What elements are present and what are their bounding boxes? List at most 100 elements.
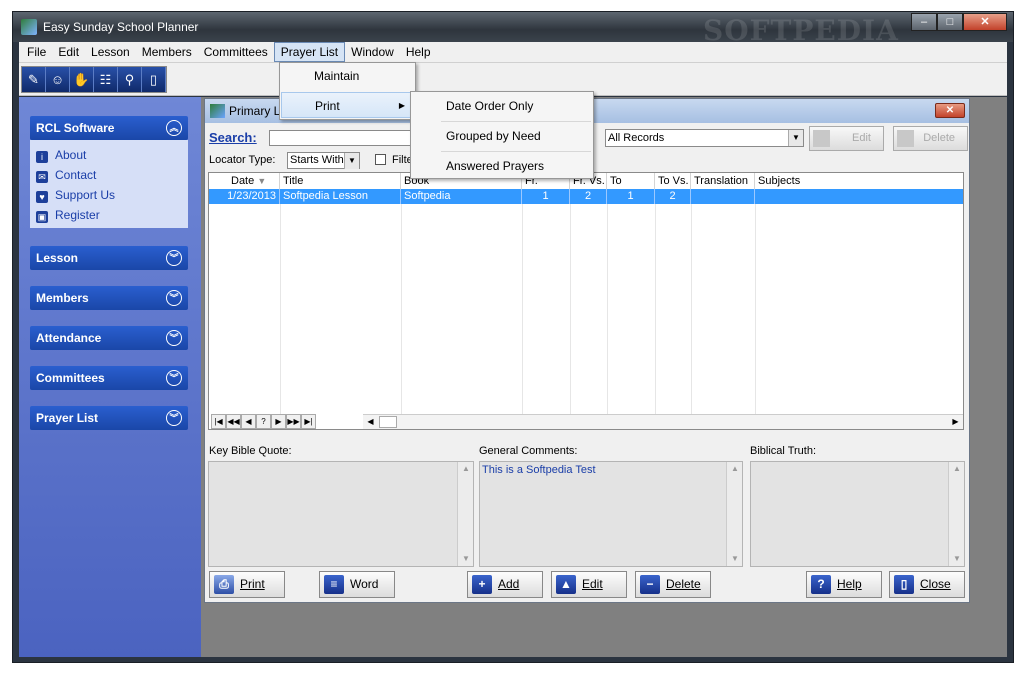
close-window-button[interactable]: ✕	[963, 13, 1007, 31]
scroll-down-icon[interactable]: ▼	[727, 552, 743, 566]
panel-members[interactable]: Members ︾	[30, 286, 188, 310]
menu-help[interactable]: Help	[400, 43, 437, 61]
scroll-down-icon[interactable]: ▼	[949, 552, 965, 566]
menu-item-date-order-only[interactable]: Date Order Only	[412, 93, 592, 119]
menu-window[interactable]: Window	[345, 43, 400, 61]
scroll-up-icon[interactable]: ▲	[727, 462, 743, 476]
menu-item-grouped-by-need[interactable]: Grouped by Need	[412, 123, 592, 149]
delete-button[interactable]: − Delete	[635, 571, 711, 598]
add-button[interactable]: + Add	[467, 571, 543, 598]
expand-icon[interactable]: ︾	[166, 410, 182, 426]
lesson-icon[interactable]: ✎	[22, 67, 46, 92]
menu-file[interactable]: File	[21, 43, 52, 61]
horizontal-scrollbar[interactable]: ◀ ▶	[363, 414, 963, 429]
next-record-button[interactable]: ▶	[271, 414, 286, 429]
biblical-truth-label: Biblical Truth:	[750, 445, 817, 457]
prayer-icon[interactable]: ✋	[70, 67, 94, 92]
col-to-vs[interactable]: To Vs.	[655, 173, 691, 189]
scroll-left-icon[interactable]: ◀	[363, 415, 378, 429]
title-bar: Easy Sunday School Planner SOFTPEDIA – □…	[13, 12, 1013, 47]
cell-to-vs: 2	[655, 189, 691, 204]
expand-icon[interactable]: ︾	[166, 370, 182, 386]
vertical-scrollbar[interactable]: ▲ ▼	[726, 462, 742, 566]
heart-icon: ♥	[36, 191, 48, 203]
contact-link[interactable]: ✉ Contact	[36, 168, 96, 184]
search-input[interactable]	[269, 130, 429, 146]
lessons-grid[interactable]: Date ▼ Title Book Fr. Chap. Fr. Vs. To C…	[208, 172, 964, 430]
panel-rcl-software[interactable]: RCL Software ︽	[30, 116, 188, 140]
panel-prayer-list[interactable]: Prayer List ︾	[30, 406, 188, 430]
edit-top-button[interactable]: Edit	[809, 126, 884, 151]
biblical-truth-field[interactable]: ▲ ▼	[750, 461, 965, 567]
record-filter-select[interactable]: All Records ▼	[605, 129, 804, 147]
menu-item-maintain[interactable]: Maintain	[281, 63, 414, 89]
first-record-button[interactable]: |◀	[211, 414, 226, 429]
search-people-icon[interactable]: ⚲	[118, 67, 142, 92]
vertical-scrollbar[interactable]: ▲ ▼	[457, 462, 473, 566]
col-translation[interactable]: Translation	[691, 173, 755, 189]
menu-members[interactable]: Members	[136, 43, 198, 61]
collapse-icon[interactable]: ︽	[166, 120, 182, 136]
plus-icon: +	[472, 575, 492, 594]
panel-attendance[interactable]: Attendance ︾	[30, 326, 188, 350]
col-subjects[interactable]: Subjects	[755, 173, 963, 189]
col-to-chap[interactable]: To Chap.	[607, 173, 655, 203]
panel-title: RCL Software	[36, 121, 115, 135]
minimize-button[interactable]: –	[911, 13, 937, 31]
exit-door-icon[interactable]: ▯	[142, 67, 166, 92]
chevron-down-icon[interactable]: ▼	[344, 153, 359, 169]
support-link[interactable]: ♥ Support Us	[36, 188, 115, 204]
filter-checkbox[interactable]	[375, 154, 386, 165]
word-button[interactable]: ≡ Word	[319, 571, 395, 598]
chevron-down-icon[interactable]: ▼	[788, 130, 803, 146]
scroll-thumb[interactable]	[379, 416, 397, 428]
member-icon[interactable]: ☺	[46, 67, 70, 92]
panel-committees[interactable]: Committees ︾	[30, 366, 188, 390]
cell-to-chap: 1	[607, 189, 655, 204]
record-navigator: |◀ ◀◀ ◀ ? ▶ ▶▶ ▶|	[211, 414, 316, 429]
locator-label: Locator Type:	[209, 154, 276, 166]
help-record-button[interactable]: ?	[256, 414, 271, 429]
general-comments-field[interactable]: This is a Softpedia Test ▲ ▼	[479, 461, 743, 567]
menu-lesson[interactable]: Lesson	[85, 43, 136, 61]
locator-select[interactable]: Starts With ▼	[287, 152, 360, 169]
key-bible-quote-field[interactable]: ▲ ▼	[208, 461, 474, 567]
rcl-links: i About ✉ Contact ♥ Support Us ▣ Register	[30, 140, 188, 228]
maximize-button[interactable]: □	[937, 13, 963, 31]
child-title: Primary L	[229, 104, 281, 118]
panel-lesson[interactable]: Lesson ︾	[30, 246, 188, 270]
menu-prayer-list[interactable]: Prayer List	[273, 42, 346, 62]
menu-item-print[interactable]: Print ▶	[281, 92, 414, 118]
expand-icon[interactable]: ︾	[166, 250, 182, 266]
menu-edit[interactable]: Edit	[52, 43, 85, 61]
scroll-up-icon[interactable]: ▲	[949, 462, 965, 476]
comments-text: This is a Softpedia Test	[482, 464, 596, 476]
window-title: Easy Sunday School Planner	[43, 20, 199, 34]
attendance-icon[interactable]: ☷	[94, 67, 118, 92]
scroll-up-icon[interactable]: ▲	[458, 462, 474, 476]
edit-button[interactable]: ▲ Edit	[551, 571, 627, 598]
register-link[interactable]: ▣ Register	[36, 208, 100, 224]
expand-icon[interactable]: ︾	[166, 290, 182, 306]
delete-top-button[interactable]: Delete	[893, 126, 968, 151]
col-title[interactable]: Title	[280, 173, 401, 189]
close-button[interactable]: ▯ Close	[889, 571, 965, 598]
door-icon: ▯	[894, 575, 914, 594]
last-record-button[interactable]: ▶|	[301, 414, 316, 429]
about-link[interactable]: i About	[36, 148, 86, 164]
prev-page-button[interactable]: ◀◀	[226, 414, 241, 429]
menu-bar: File Edit Lesson Members Committees Pray…	[19, 42, 1007, 62]
vertical-scrollbar[interactable]: ▲ ▼	[948, 462, 964, 566]
col-date[interactable]: Date ▼	[209, 173, 280, 189]
scroll-down-icon[interactable]: ▼	[458, 552, 474, 566]
print-button[interactable]: ⎙ Print	[209, 571, 285, 598]
menu-item-answered-prayers[interactable]: Answered Prayers	[412, 153, 592, 179]
next-page-button[interactable]: ▶▶	[286, 414, 301, 429]
expand-icon[interactable]: ︾	[166, 330, 182, 346]
prev-record-button[interactable]: ◀	[241, 414, 256, 429]
scroll-right-icon[interactable]: ▶	[948, 415, 963, 429]
help-button[interactable]: ? Help	[806, 571, 882, 598]
child-close-button[interactable]: ✕	[935, 103, 965, 118]
menu-committees[interactable]: Committees	[198, 43, 274, 61]
submenu-arrow-icon: ▶	[398, 101, 405, 110]
